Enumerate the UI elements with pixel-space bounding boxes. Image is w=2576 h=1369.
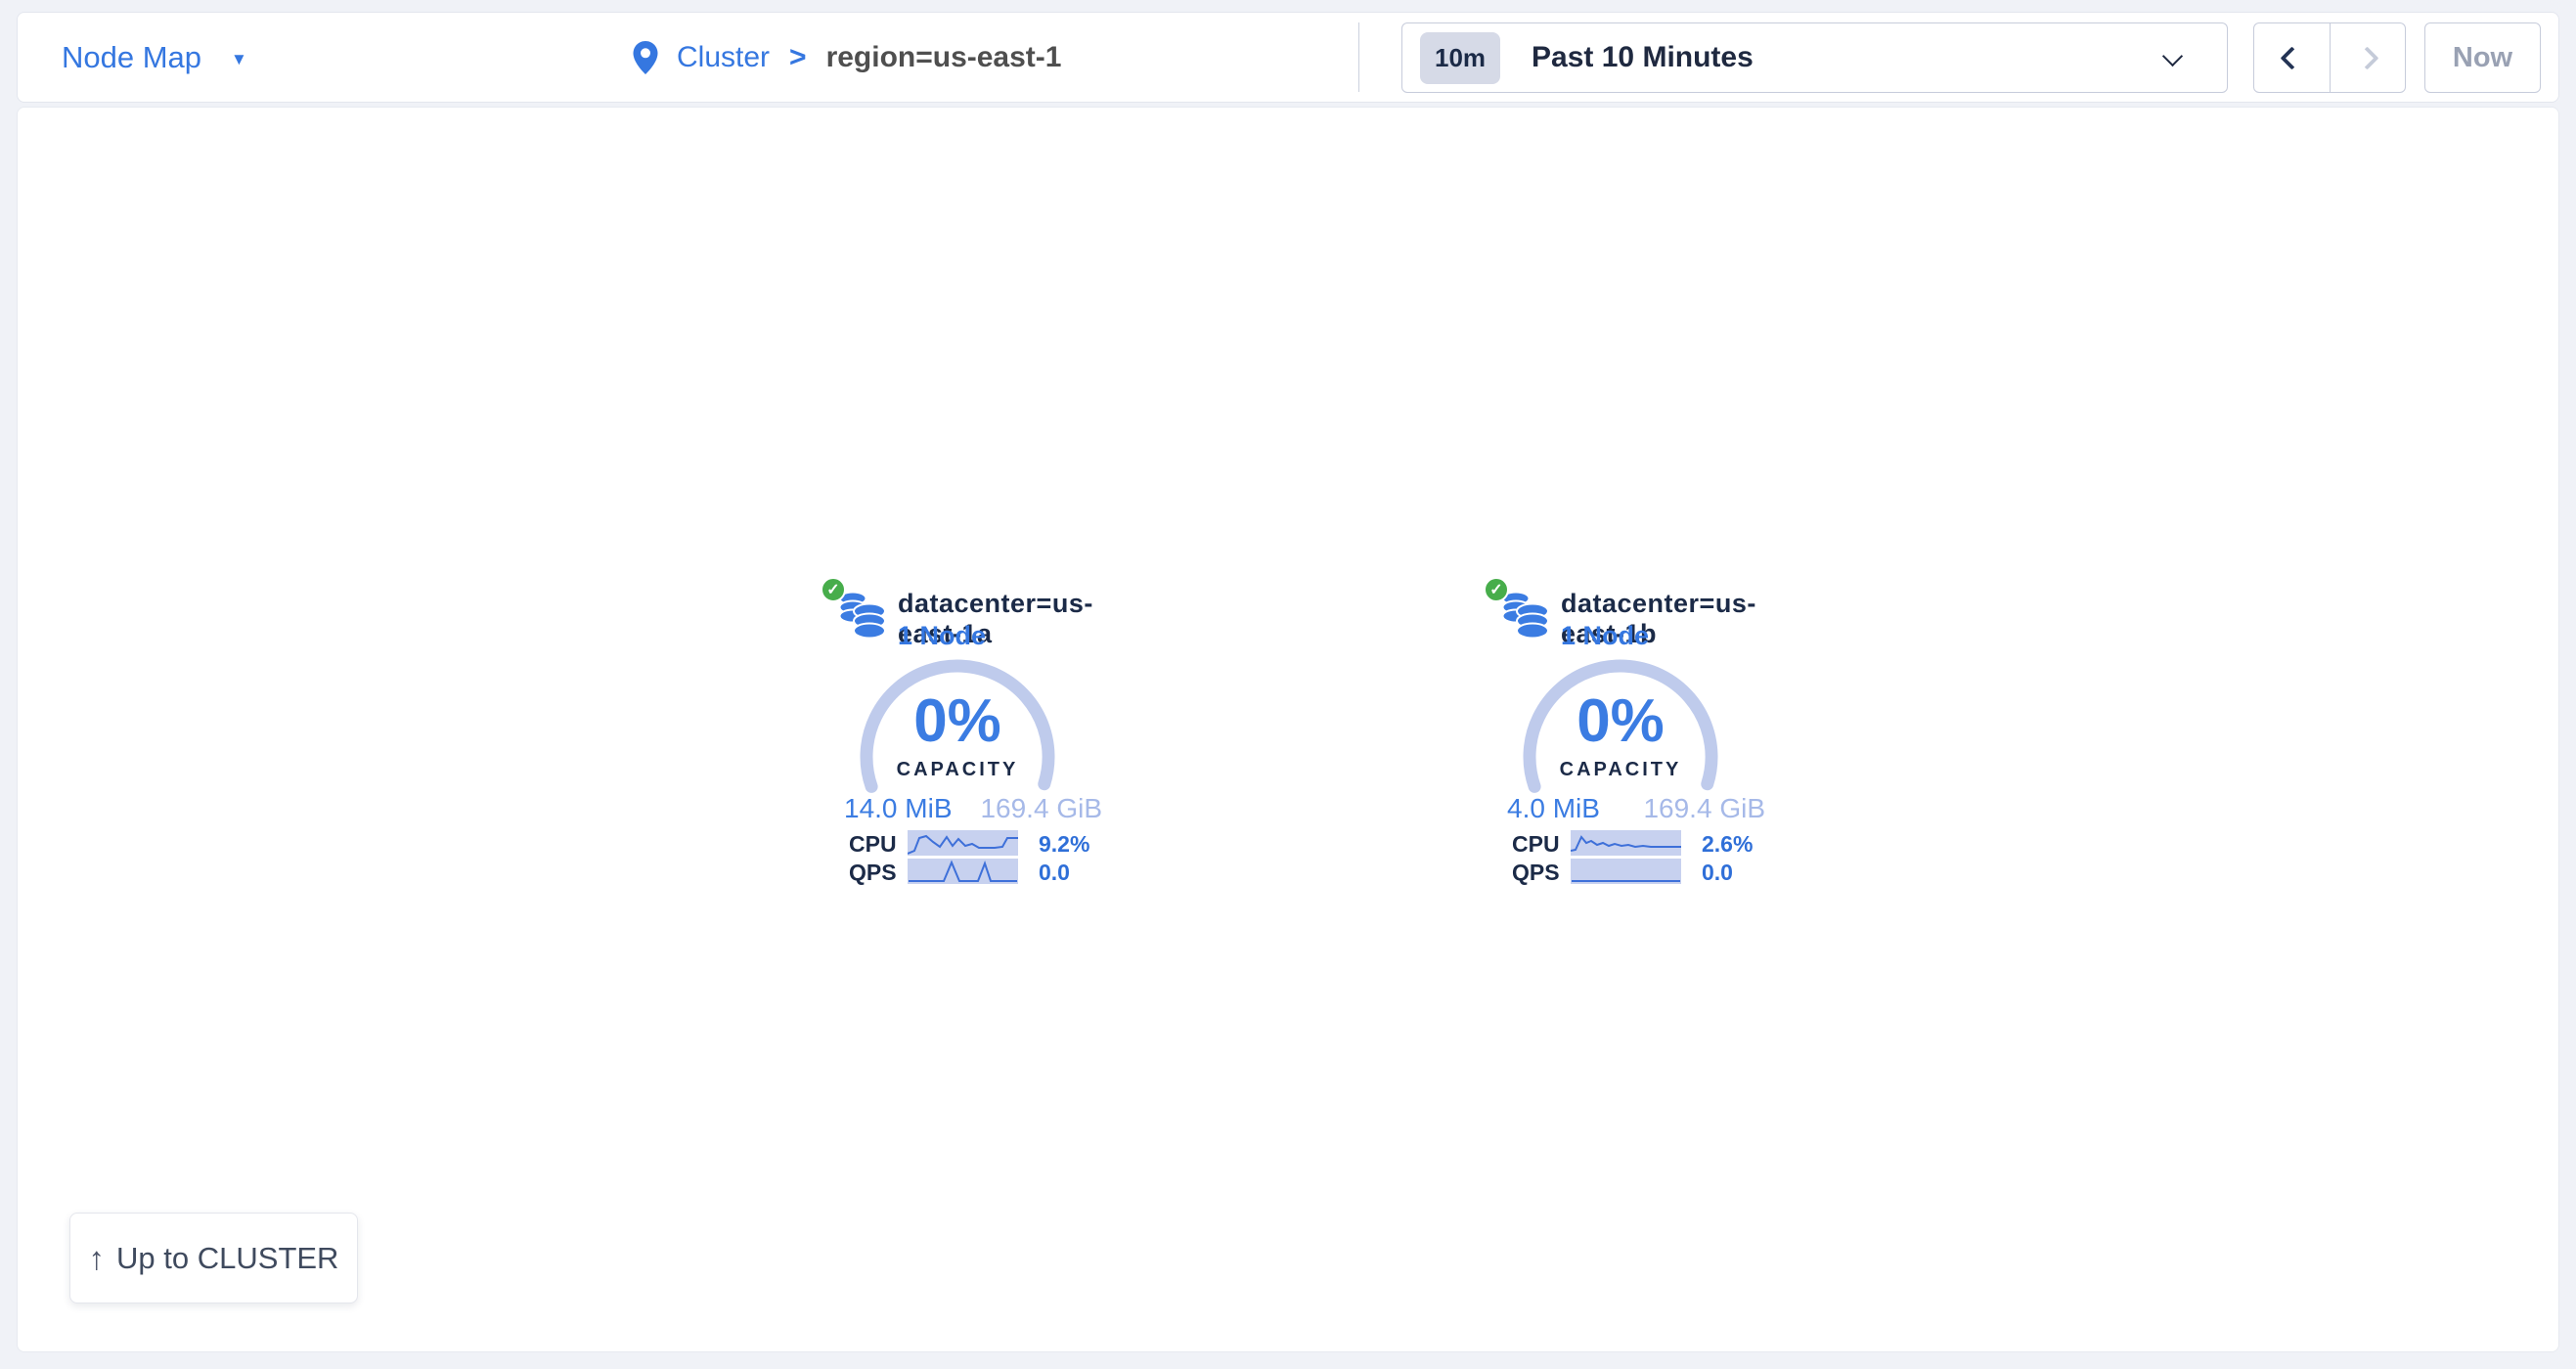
cpu-sparkline-path: [1571, 837, 1681, 851]
cpu-value: 2.6%: [1702, 831, 1753, 858]
capacity-percentage: 0%: [1523, 689, 1718, 754]
qps-value: 0.0: [1039, 860, 1070, 886]
breadcrumb-separator: >: [789, 41, 807, 74]
qps-value: 0.0: [1702, 860, 1733, 886]
datacenter-node-count[interactable]: 1 Node: [898, 621, 986, 651]
cpu-label: CPU: [1512, 831, 1560, 858]
storage-row: 4.0 MiB 169.4 GiB: [1507, 793, 1765, 824]
database-stack-icon: [838, 589, 887, 641]
caret-down-icon: ▼: [231, 46, 247, 69]
storage-used: 4.0 MiB: [1507, 793, 1600, 824]
database-stack-icon: [1501, 589, 1550, 641]
time-step-forward-button[interactable]: [2330, 23, 2406, 92]
storage-total: 169.4 GiB: [1643, 793, 1765, 824]
capacity-label: CAPACITY: [860, 759, 1055, 781]
storage-row: 14.0 MiB 169.4 GiB: [844, 793, 1102, 824]
datacenter-card[interactable]: ✓ datacenter=us-east-1a 1 Node 0% CAPACI…: [816, 568, 1148, 905]
chevron-left-icon: [2280, 46, 2303, 69]
cpu-sparkline-chart: [1571, 830, 1681, 856]
header-bar: Node Map ▼ Cluster > region=us-east-1 10…: [17, 12, 2559, 103]
capacity-percentage: 0%: [860, 689, 1055, 754]
node-map-canvas: ✓ datacenter=us-east-1a 1 Node 0% CAPACI…: [17, 107, 2559, 1352]
storage-total: 169.4 GiB: [980, 793, 1102, 824]
qps-label: QPS: [849, 860, 897, 886]
up-to-cluster-button[interactable]: ↑ Up to CLUSTER: [69, 1213, 358, 1303]
cpu-label: CPU: [849, 831, 897, 858]
capacity-label: CAPACITY: [1523, 759, 1718, 781]
breadcrumb-cluster-link[interactable]: Cluster: [677, 41, 770, 74]
time-step-group: [2253, 22, 2406, 93]
chevron-right-icon: [2356, 46, 2379, 69]
view-selector-dropdown[interactable]: Node Map ▼: [62, 13, 247, 102]
qps-label: QPS: [1512, 860, 1560, 886]
chevron-down-icon: [2162, 46, 2183, 66]
time-range-dropdown[interactable]: 10m Past 10 Minutes: [1401, 22, 2228, 93]
healthy-check-icon: ✓: [821, 577, 846, 602]
qps-metric-row: QPS 0.0: [1512, 859, 1786, 884]
breadcrumb-current: region=us-east-1: [826, 41, 1062, 74]
storage-used: 14.0 MiB: [844, 793, 953, 824]
up-to-cluster-label: Up to CLUSTER: [116, 1241, 338, 1276]
location-pin-icon: [632, 40, 659, 75]
qps-metric-row: QPS 0.0: [849, 859, 1123, 884]
qps-sparkline-chart: [908, 859, 1018, 884]
healthy-check-icon: ✓: [1484, 577, 1509, 602]
time-step-back-button[interactable]: [2254, 23, 2330, 92]
cpu-value: 9.2%: [1039, 831, 1089, 858]
time-range-label: Past 10 Minutes: [1532, 41, 1754, 74]
cpu-metric-row: CPU 9.2%: [849, 830, 1123, 856]
up-arrow-icon: ↑: [89, 1240, 106, 1277]
header-divider: [1358, 22, 1359, 92]
datacenter-node-count[interactable]: 1 Node: [1561, 621, 1649, 651]
qps-sparkline-path: [909, 862, 1017, 881]
qps-sparkline-chart: [1571, 859, 1681, 884]
time-range-badge: 10m: [1420, 32, 1500, 84]
view-selector-label: Node Map: [62, 40, 201, 75]
breadcrumb: Cluster > region=us-east-1: [632, 13, 1061, 102]
cpu-metric-row: CPU 2.6%: [1512, 830, 1786, 856]
datacenter-card[interactable]: ✓ datacenter=us-east-1b 1 Node 0% CAPACI…: [1479, 568, 1811, 905]
now-button[interactable]: Now: [2424, 22, 2541, 93]
cpu-sparkline-chart: [908, 830, 1018, 856]
cpu-sparkline-path: [908, 836, 1018, 854]
